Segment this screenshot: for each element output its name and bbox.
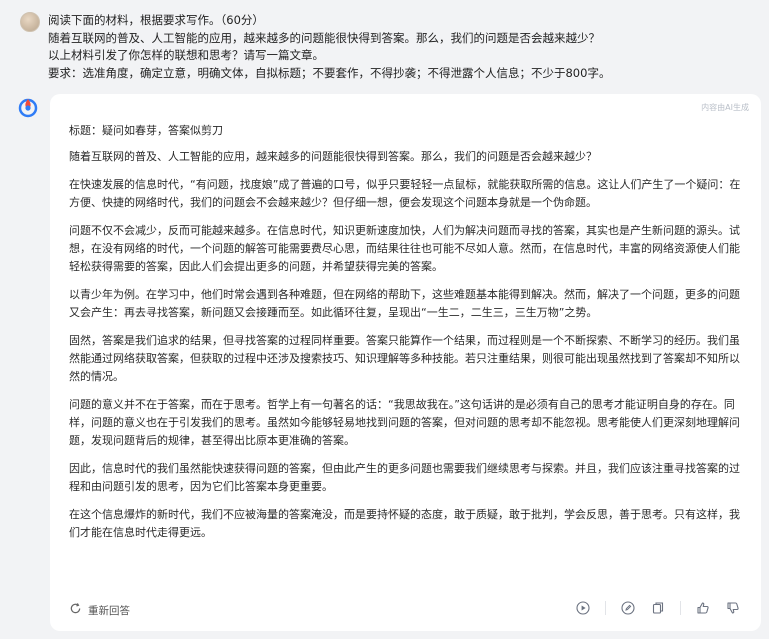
regenerate-button[interactable]: 重新回答 xyxy=(69,602,130,618)
assistant-answer-card: 内容由AI生成 标题：疑问如春芽，答案似剪刀 随着互联网的普及、人工智能的应用，… xyxy=(50,94,761,631)
assistant-logo-icon xyxy=(17,96,39,118)
answer-title: 标题：疑问如春芽，答案似剪刀 xyxy=(69,124,223,137)
answer-paragraph: 以青少年为例。在学习中，他们时常会遇到各种难题，但在网络的帮助下，这些难题基本能… xyxy=(69,288,740,319)
copy-icon[interactable] xyxy=(650,600,666,616)
prompt-line: 阅读下面的材料，根据要求写作。（60分） xyxy=(48,13,264,27)
answer-paragraph: 因此，信息时代的我们虽然能快速获得问题的答案，但由此产生的更多问题也需要我们继续… xyxy=(69,462,740,493)
prompt-line: 随着互联网的普及、人工智能的应用，越来越多的问题能很快得到答案。那么，我们的问题… xyxy=(48,30,600,45)
prompt-line: 要求：选准角度，确定立意，明确文体，自拟标题；不要套作，不得抄袭；不得泄露个人信… xyxy=(48,65,611,80)
refresh-icon xyxy=(69,602,82,618)
answer-toolbar xyxy=(561,600,741,616)
answer-paragraph: 问题的意义并不在于答案，而在于思考。哲学上有一句著名的话：“我思故我在。”这句话… xyxy=(69,398,740,447)
answer-paragraph: 随着互联网的普及、人工智能的应用，越来越多的问题能很快得到答案。那么，我们的问题… xyxy=(69,150,597,163)
edit-icon[interactable] xyxy=(620,600,636,616)
answer-body: 标题：疑问如春芽，答案似剪刀 随着互联网的普及、人工智能的应用，越来越多的问题能… xyxy=(69,122,747,552)
thumbs-up-icon[interactable] xyxy=(695,600,711,616)
answer-paragraph: 固然，答案是我们追求的结果，但寻找答案的过程同样重要。答案只能算作一个结果，而过… xyxy=(69,334,740,383)
toolbar-divider xyxy=(605,601,606,615)
answer-paragraph: 在快速发展的信息时代，“有问题，找度娘”成了普遍的口号，似乎只要轻轻一点鼠标，就… xyxy=(69,178,741,209)
answer-footer: 重新回答 xyxy=(69,600,741,620)
thumbs-down-icon[interactable] xyxy=(725,600,741,616)
prompt-line: 以上材料引发了你怎样的联想和思考？请写一篇文章。 xyxy=(48,48,324,62)
answer-paragraph: 问题不仅不会减少，反而可能越来越多。在信息时代，知识更新速度加快，人们为解决问题… xyxy=(69,224,740,273)
user-prompt: 阅读下面的材料，根据要求写作。（60分） 随着互联网的普及、人工智能的应用，越来… xyxy=(48,12,610,82)
ai-generated-hint: 内容由AI生成 xyxy=(701,103,749,112)
toolbar-divider xyxy=(680,601,681,615)
regenerate-label: 重新回答 xyxy=(88,604,130,617)
answer-paragraph: 在这个信息爆炸的新时代，我们不应被海量的答案淹没，而是要持怀疑的态度，敢于质疑，… xyxy=(69,508,740,539)
play-audio-icon[interactable] xyxy=(575,600,591,616)
user-avatar xyxy=(20,12,40,32)
